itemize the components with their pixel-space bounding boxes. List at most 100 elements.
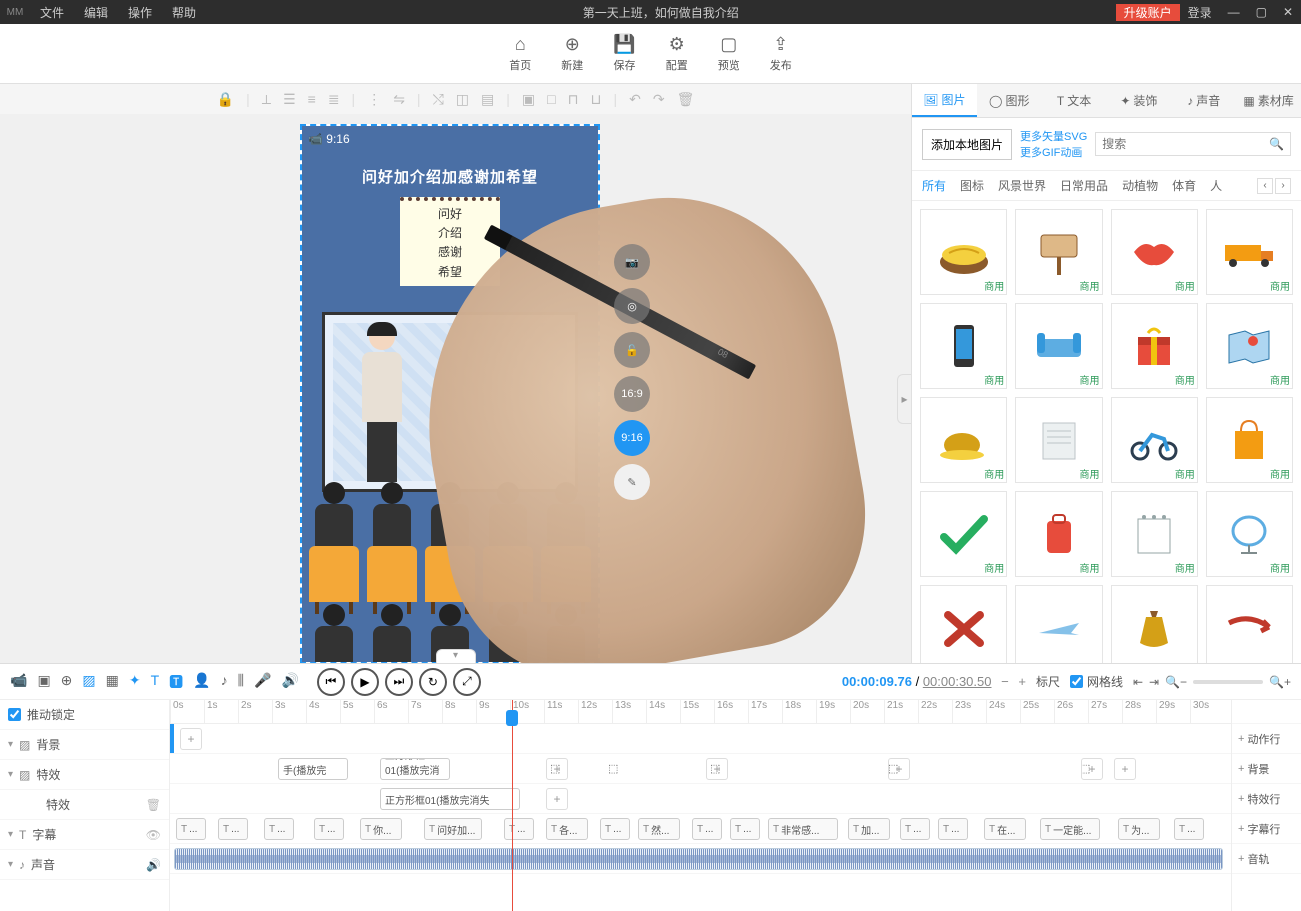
asset-lips[interactable]: 商用: [1111, 209, 1198, 295]
tl-frame-icon[interactable]: ▣: [37, 672, 50, 692]
subtitle-clip[interactable]: T...: [938, 818, 968, 840]
zoom-out-icon[interactable]: 🔍−: [1165, 675, 1187, 689]
asset-gift[interactable]: 商用: [1111, 303, 1198, 389]
cat-sport[interactable]: 体育: [1172, 177, 1196, 194]
speaker-icon[interactable]: 🔊: [146, 858, 161, 872]
asset-suitcase[interactable]: 商用: [1015, 491, 1102, 577]
subtitle-clip[interactable]: T各...: [546, 818, 588, 840]
tab-image[interactable]: 🖼图片: [912, 84, 977, 117]
fc-edit[interactable]: ✎: [614, 464, 650, 500]
time-plus[interactable]: +: [1018, 674, 1026, 689]
tl-cam-icon[interactable]: 📹: [10, 672, 27, 692]
flip-icon[interactable]: ⋮: [367, 91, 381, 108]
subtitle-clip[interactable]: T...: [218, 818, 248, 840]
asset-map[interactable]: 商用: [1206, 303, 1293, 389]
fx-marker[interactable]: 正方形框01(播放完消失: [380, 758, 450, 780]
playhead[interactable]: [512, 700, 513, 911]
cat-nature[interactable]: 动植物: [1122, 177, 1158, 194]
add-fx-clip[interactable]: +: [888, 758, 910, 780]
tb-publish[interactable]: ⇪发布: [770, 34, 792, 73]
redo-icon[interactable]: ↷: [653, 91, 665, 108]
asset-noodles[interactable]: 商用: [920, 209, 1007, 295]
fc-rotate[interactable]: ◎: [614, 288, 650, 324]
asset-chair[interactable]: 商用: [1206, 491, 1293, 577]
tl-mic-icon[interactable]: 🎤: [254, 672, 271, 692]
tab-library[interactable]: ▦素材库: [1236, 84, 1301, 117]
search-input[interactable]: [1102, 137, 1269, 151]
search-box[interactable]: 🔍: [1095, 132, 1291, 156]
subtitle-clip[interactable]: T...: [1174, 818, 1204, 840]
cat-daily[interactable]: 日常用品: [1060, 177, 1108, 194]
asset-bag[interactable]: 商用: [1206, 397, 1293, 483]
subtitle-clip[interactable]: T为...: [1118, 818, 1160, 840]
flip-icon[interactable]: ⇋: [393, 91, 405, 108]
eye-icon[interactable]: 👁: [146, 828, 161, 842]
add-fx-clip[interactable]: +: [1081, 758, 1103, 780]
undo-icon[interactable]: ↶: [629, 91, 641, 108]
layer-icon[interactable]: ⊓: [568, 91, 579, 108]
tl-vol-icon[interactable]: 🔊: [282, 672, 299, 692]
subtitle-clip[interactable]: T...: [730, 818, 760, 840]
asset-truck[interactable]: 商用: [1206, 209, 1293, 295]
add-fx-clip[interactable]: +: [1114, 758, 1136, 780]
upgrade-button[interactable]: 升级账户: [1116, 4, 1180, 21]
tl-eq-icon[interactable]: ⫼: [238, 672, 244, 692]
align-icon[interactable]: ≣: [328, 91, 340, 108]
menu-edit[interactable]: 编辑: [74, 4, 118, 21]
add-fx-row[interactable]: 特效行: [1232, 784, 1301, 814]
track-subtitle[interactable]: T...T...T...T...T你...T问好加...T...T各...T..…: [170, 814, 1231, 844]
next-button[interactable]: ⏭: [385, 668, 413, 696]
side-panel-toggle[interactable]: ▸: [897, 374, 911, 424]
time-minus[interactable]: −: [1001, 674, 1009, 689]
tb-new[interactable]: ⊕新建: [561, 34, 583, 73]
tab-text[interactable]: T文本: [1042, 84, 1107, 117]
play-button[interactable]: ▶: [351, 668, 379, 696]
loop-button[interactable]: ↻: [419, 668, 447, 696]
fullscreen-button[interactable]: ⤢: [453, 668, 481, 696]
cat-all[interactable]: 所有: [922, 177, 946, 194]
tl-person-icon[interactable]: 👤: [193, 672, 210, 692]
subtitle-clip[interactable]: T...: [692, 818, 722, 840]
tl-wand-icon[interactable]: ✦: [129, 672, 141, 692]
tl-music-icon[interactable]: ♪: [221, 672, 228, 692]
timeline-tracks[interactable]: 0s1s2s3s4s5s6s7s8s9s10s11s12s13s14s15s16…: [170, 700, 1231, 911]
layer-icon[interactable]: □: [547, 91, 555, 107]
add-subtitle-row[interactable]: 字幕行: [1232, 814, 1301, 844]
add-bg-row[interactable]: 背景: [1232, 754, 1301, 784]
subtitle-clip[interactable]: T...: [264, 818, 294, 840]
asset-arrow[interactable]: [1206, 585, 1293, 663]
cat-people[interactable]: 人: [1210, 177, 1222, 194]
tb-config[interactable]: ⚙配置: [666, 34, 688, 73]
cat-scenery[interactable]: 风景世界: [998, 177, 1046, 194]
zoom-in-icon[interactable]: 🔍+: [1269, 675, 1291, 689]
canvas-area[interactable]: 🔒 | ⟂ ☰ ≡ ≣ | ⋮ ⇋ | ⤭ ◫ ▤ | ▣ □ ⊓ ⊔ | ↶ …: [0, 84, 911, 663]
tl-add-icon[interactable]: ⊕: [61, 672, 73, 692]
tb-home[interactable]: ⌂首页: [509, 34, 531, 73]
tl-tt-icon[interactable]: 🆃: [169, 672, 183, 692]
add-fx-clip[interactable]: +: [706, 758, 728, 780]
tb-preview[interactable]: ▢预览: [718, 34, 740, 73]
asset-sofa[interactable]: 商用: [1015, 303, 1102, 389]
cat-next[interactable]: ›: [1275, 178, 1291, 194]
fc-ratio-916[interactable]: 9:16: [614, 420, 650, 456]
tl-fx-icon[interactable]: ▦: [106, 672, 119, 692]
track-bg[interactable]: +: [170, 724, 1231, 754]
track-audio[interactable]: [170, 844, 1231, 874]
fx-clip[interactable]: 正方形框01(播放完消失: [380, 788, 520, 810]
trash-icon[interactable]: 🗑: [677, 91, 695, 108]
subtitle-clip[interactable]: T...: [314, 818, 344, 840]
more-svg-link[interactable]: 更多矢量SVG: [1020, 128, 1087, 144]
close-button[interactable]: ✕: [1275, 5, 1301, 19]
fc-camera[interactable]: 📷: [614, 244, 650, 280]
align-icon[interactable]: ≡: [308, 91, 316, 107]
asset-sign[interactable]: 商用: [1015, 209, 1102, 295]
tab-decor[interactable]: ✦装饰: [1106, 84, 1171, 117]
snap-icon[interactable]: ⇤: [1133, 675, 1143, 689]
lock-icon[interactable]: 🔒: [217, 91, 234, 108]
track-bg-label[interactable]: ▾▨背景: [0, 730, 169, 760]
layer-icon[interactable]: ▣: [522, 91, 535, 108]
tb-save[interactable]: 💾保存: [613, 34, 635, 73]
dist-icon[interactable]: ▤: [481, 91, 494, 108]
subtitle-clip[interactable]: T...: [600, 818, 630, 840]
subtitle-clip[interactable]: T非常感...: [768, 818, 838, 840]
